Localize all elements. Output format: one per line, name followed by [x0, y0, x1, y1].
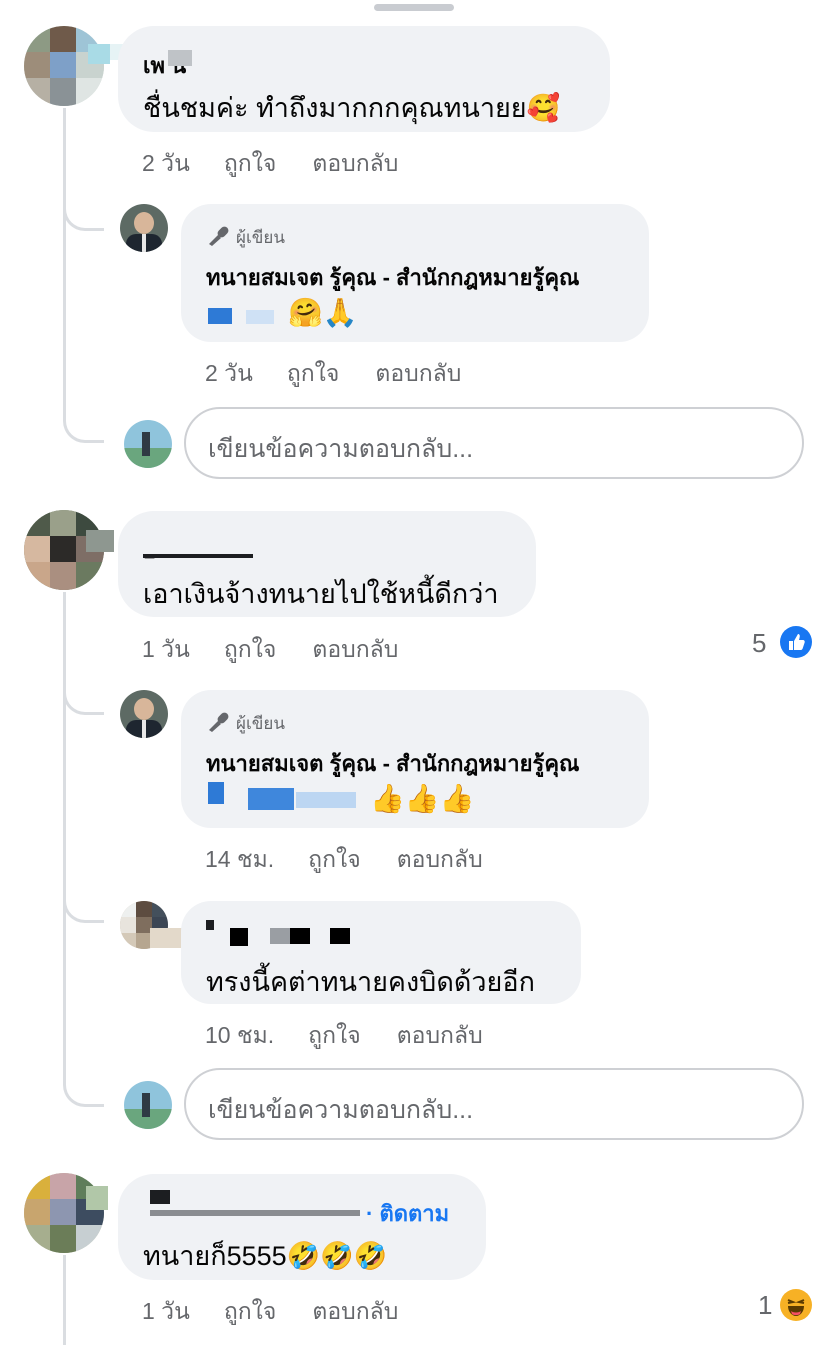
censor-block: [330, 928, 350, 944]
censor-block: [290, 928, 310, 944]
like-link[interactable]: ถูกใจ: [224, 1294, 277, 1330]
reply-link[interactable]: ตอบกลับ: [397, 842, 483, 878]
reaction-count[interactable]: 5: [752, 628, 766, 659]
comment-text: ชื่นชมค่ะ ทำถึงมากกกคุณทนายย🥰: [143, 93, 561, 123]
censor-block: [208, 308, 232, 324]
censor-block: [248, 788, 294, 810]
like-link[interactable]: ถูกใจ: [224, 632, 277, 668]
comment-meta: 1 วัน ถูกใจ ตอบกลับ: [142, 1294, 398, 1330]
reply-link[interactable]: ตอบกลับ: [397, 1018, 483, 1054]
censor-block: [230, 928, 248, 946]
comment-time[interactable]: 2 วัน: [142, 146, 190, 182]
censor-block: [143, 538, 253, 558]
reply-time[interactable]: 14 ชม.: [205, 842, 274, 878]
haha-reaction-icon[interactable]: [780, 1289, 812, 1321]
author-badge-label: ผู้เขียน: [236, 228, 285, 247]
reply-link[interactable]: ตอบกลับ: [312, 1294, 398, 1330]
like-link[interactable]: ถูกใจ: [287, 356, 340, 392]
author-avatar[interactable]: [120, 690, 168, 738]
reply-text: ทรงนี้คต่าทนายคงบิดด้วยอีก: [206, 967, 535, 997]
avatar[interactable]: [24, 26, 104, 106]
reply-input-placeholder: เขียนข้อความตอบกลับ...: [208, 1096, 474, 1124]
author-name[interactable]: ทนายสมเจต รู้คุณ - สำนักกฎหมายรู้คุณ: [206, 260, 579, 295]
blurred-block: [88, 44, 110, 64]
author-avatar[interactable]: [120, 204, 168, 252]
reaction-count[interactable]: 1: [758, 1290, 772, 1321]
comment-meta: 1 วัน ถูกใจ ตอบกลับ: [142, 632, 398, 668]
reply-meta: 10 ชม. ถูกใจ ตอบกลับ: [205, 1018, 483, 1054]
thread-connector: [63, 660, 104, 715]
thread-connector: [63, 380, 104, 443]
comment-text: เอาเงินจ้างทนายไปใช้หนี้ดีกว่า: [143, 579, 499, 609]
current-user-avatar: [124, 1081, 172, 1129]
avatar[interactable]: [24, 1173, 104, 1253]
author-badge: ผู้เขียน: [206, 710, 285, 737]
reply-link[interactable]: ตอบกลับ: [312, 632, 398, 668]
microphone-icon: [206, 710, 230, 737]
comment-time[interactable]: 1 วัน: [142, 1294, 190, 1330]
reply-meta: 2 วัน ถูกใจ ตอบกลับ: [205, 356, 461, 392]
censor-block: [296, 792, 356, 808]
reply-time[interactable]: 2 วัน: [205, 356, 253, 392]
thread-line: [63, 108, 66, 418]
author-name[interactable]: ทนายสมเจต รู้คุณ - สำนักกฎหมายรู้คุณ: [206, 746, 579, 781]
censor-block: [168, 50, 192, 66]
microphone-icon: [206, 224, 230, 251]
comment-meta: 2 วัน ถูกใจ ตอบกลับ: [142, 146, 398, 182]
thread-connector: [63, 880, 104, 923]
censor-block: [208, 782, 224, 804]
reply-meta: 14 ชม. ถูกใจ ตอบกลับ: [205, 842, 483, 878]
reply-input-placeholder: เขียนข้อความตอบกลับ...: [208, 435, 474, 463]
current-user-avatar: [124, 420, 172, 468]
sheet-drag-handle[interactable]: [374, 4, 454, 11]
author-badge-label: ผู้เขียน: [236, 714, 285, 733]
censor-block: [206, 920, 214, 930]
comment-time[interactable]: 1 วัน: [142, 632, 190, 668]
like-link[interactable]: ถูกใจ: [224, 146, 277, 182]
blurred-block: [86, 530, 114, 552]
reply-link[interactable]: ตอบกลับ: [375, 356, 461, 392]
reply-link[interactable]: ตอบกลับ: [312, 146, 398, 182]
like-link[interactable]: ถูกใจ: [308, 1018, 361, 1054]
follow-link[interactable]: · ติดตาม: [366, 1196, 449, 1231]
reply-text: 👍👍👍: [370, 782, 475, 815]
reply-text: 🤗🙏: [288, 296, 358, 329]
reply-input[interactable]: เขียนข้อความตอบกลับ...: [184, 1068, 804, 1140]
reply-time[interactable]: 10 ชม.: [205, 1018, 274, 1054]
thread-line: [63, 1255, 66, 1345]
censor-block: [246, 310, 274, 324]
blurred-block: [86, 1186, 108, 1210]
thread-connector: [63, 1060, 104, 1107]
censor-block: [270, 928, 290, 944]
like-link[interactable]: ถูกใจ: [308, 842, 361, 878]
like-reaction-icon[interactable]: [780, 626, 812, 658]
thread-connector: [63, 180, 104, 231]
censor-block: [150, 1210, 360, 1216]
author-badge: ผู้เขียน: [206, 224, 285, 251]
comment-text: ทนายก็5555🤣🤣🤣: [143, 1241, 388, 1271]
censor-block: [150, 1190, 170, 1204]
reply-input[interactable]: เขียนข้อความตอบกลับ...: [184, 407, 804, 479]
